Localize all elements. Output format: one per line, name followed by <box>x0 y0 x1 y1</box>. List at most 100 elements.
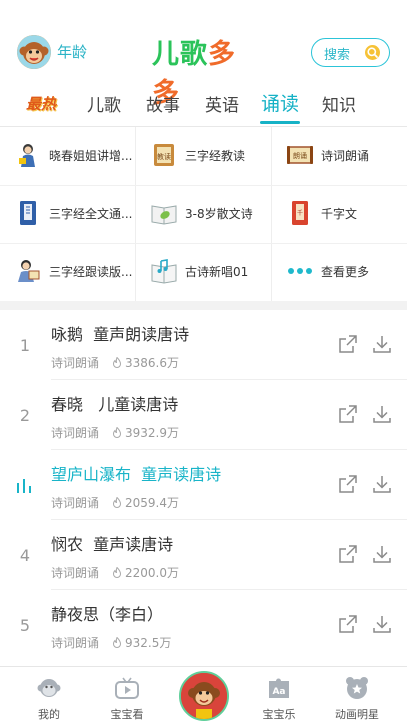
song-category: 诗词朗诵 <box>51 636 100 650</box>
share-icon[interactable] <box>338 614 358 634</box>
share-icon[interactable] <box>338 404 358 424</box>
blue-book-icon <box>20 201 36 225</box>
category-sanzijing-follow-reading[interactable]: 三字经跟读版... <box>0 243 135 301</box>
nav-mine[interactable]: 我的 <box>14 667 84 724</box>
flame-icon <box>112 357 122 368</box>
nav-label: 我的 <box>38 708 60 721</box>
category-label: 三字经教读 <box>185 149 246 163</box>
flame-icon <box>112 567 122 578</box>
monkey-avatar-icon <box>17 35 51 69</box>
download-icon[interactable] <box>372 404 392 424</box>
song-title[interactable]: 咏鹅 童声朗读唐诗 <box>51 321 189 345</box>
song-row[interactable]: 2 春晓 儿童读唐诗 诗词朗诵 3932.9万 <box>0 380 407 450</box>
logo-char-1: 儿 <box>152 39 180 70</box>
nav-baby-fun[interactable]: Aa 宝宝乐 <box>244 667 314 724</box>
flame-icon <box>112 637 122 648</box>
category-label: 三字经全文通... <box>49 207 133 221</box>
song-category: 诗词朗诵 <box>51 356 100 370</box>
song-number: 2 <box>19 406 31 425</box>
tab-label: 故事 <box>146 96 180 116</box>
svg-text:教读: 教读 <box>157 152 171 161</box>
category-grid: 晓春姐姐讲增... 教读 三字经教读 朗诵 诗词朗诵 三字经全文通... 3-8… <box>0 127 407 301</box>
share-icon[interactable] <box>338 334 358 354</box>
category-storyteller[interactable]: 晓春姐姐讲增... <box>0 127 135 185</box>
download-icon[interactable] <box>372 544 392 564</box>
search-label: 搜索 <box>324 48 351 63</box>
aa-puzzle-icon: Aa <box>269 678 289 698</box>
tab-recitation[interactable]: 诵读 <box>258 86 302 126</box>
play-count-value: 932.5万 <box>125 636 172 650</box>
tab-english[interactable]: 英语 <box>202 86 242 126</box>
play-count-value: 3932.9万 <box>125 426 179 440</box>
nav-label: 宝宝看 <box>110 708 144 721</box>
reading-child-icon <box>18 260 40 282</box>
song-row[interactable]: 4 悯农 童声读唐诗 诗词朗诵 2200.0万 <box>0 520 407 590</box>
logo-char-2: 歌 <box>180 39 208 70</box>
category-qianziwen[interactable]: 千 千字文 <box>272 185 407 243</box>
download-icon[interactable] <box>372 614 392 634</box>
song-play-count: 2200.0万 <box>112 564 179 581</box>
download-icon[interactable] <box>372 334 392 354</box>
app-logo: 儿歌多多 <box>152 32 258 109</box>
age-avatar[interactable] <box>17 35 51 69</box>
search-button[interactable]: 搜索 <box>311 38 390 67</box>
nav-baby-watch[interactable]: 宝宝看 <box>92 667 162 724</box>
song-play-count: 3932.9万 <box>112 424 179 441</box>
category-label: 诗词朗诵 <box>321 149 370 163</box>
play-count-value: 2059.4万 <box>125 496 179 510</box>
tab-label: 知识 <box>322 96 356 116</box>
center-play-avatar-button[interactable] <box>179 671 229 721</box>
poem-scroll-icon: 朗诵 <box>287 146 313 164</box>
share-icon[interactable] <box>338 474 358 494</box>
song-row[interactable]: 5 静夜思（李白） 诗词朗诵 932.5万 <box>0 590 407 660</box>
category-view-more[interactable]: 查看更多 <box>272 243 407 301</box>
song-category: 诗词朗诵 <box>51 426 100 440</box>
song-play-count: 932.5万 <box>112 634 171 651</box>
song-row[interactable]: 1 咏鹅 童声朗读唐诗 诗词朗诵 3386.6万 <box>0 310 407 380</box>
download-icon[interactable] <box>372 474 392 494</box>
song-title[interactable]: 悯农 童声读唐诗 <box>51 531 173 555</box>
top-bar: 年龄 儿歌多多 搜索 <box>0 0 407 109</box>
leaf-book-icon <box>151 205 177 225</box>
play-count-value: 3386.6万 <box>125 356 179 370</box>
active-tab-indicator <box>260 121 300 124</box>
category-tabs: 最热 儿歌 故事 英语 诵读 知识 <box>0 86 407 126</box>
tab-label: 儿歌 <box>87 96 121 116</box>
age-label[interactable]: 年龄 <box>57 41 87 62</box>
svg-text:朗诵: 朗诵 <box>293 151 307 160</box>
storyteller-icon <box>19 144 35 167</box>
more-dots-icon <box>288 268 312 274</box>
flame-icon <box>112 427 122 438</box>
category-sanzijing-fulltext[interactable]: 三字经全文通... <box>0 185 135 243</box>
song-title[interactable]: 静夜思（李白） <box>51 601 163 625</box>
category-label: 查看更多 <box>321 265 370 279</box>
svg-text:Aa: Aa <box>272 687 285 697</box>
song-play-count: 3386.6万 <box>112 354 179 371</box>
category-ancient-poems-sing[interactable]: 古诗新唱01 <box>136 243 271 301</box>
share-icon[interactable] <box>338 544 358 564</box>
tab-label: 诵读 <box>260 93 299 115</box>
tv-icon <box>115 677 139 699</box>
search-icon <box>365 45 380 60</box>
tab-stories[interactable]: 故事 <box>143 86 183 126</box>
category-sanzijing-teaching[interactable]: 教读 三字经教读 <box>136 127 271 185</box>
category-label: 三字经跟读版... <box>49 265 133 279</box>
section-gap <box>0 301 407 310</box>
song-title[interactable]: 望庐山瀑布 童声读唐诗 <box>51 461 221 485</box>
song-category: 诗词朗诵 <box>51 566 100 580</box>
tab-knowledge[interactable]: 知识 <box>319 86 359 126</box>
song-row-playing[interactable]: 望庐山瀑布 童声读唐诗 诗词朗诵 2059.4万 <box>0 450 407 520</box>
song-number: 1 <box>19 336 31 355</box>
music-book-icon <box>151 259 177 284</box>
tab-nursery-songs[interactable]: 儿歌 <box>84 86 124 126</box>
category-label: 晓春姐姐讲增... <box>49 149 133 163</box>
category-prose-poems[interactable]: 3-8岁散文诗 <box>136 185 271 243</box>
tab-label: 最热 <box>25 95 56 113</box>
song-category: 诗词朗诵 <box>51 496 100 510</box>
now-playing-equalizer-icon <box>17 479 31 493</box>
nav-cartoon-stars[interactable]: 动画明星 <box>322 667 392 724</box>
tab-hot[interactable]: 最热 <box>18 86 64 126</box>
category-poem-recitation[interactable]: 朗诵 诗词朗诵 <box>272 127 407 185</box>
song-title[interactable]: 春晓 儿童读唐诗 <box>51 391 178 415</box>
category-label: 古诗新唱01 <box>185 265 249 279</box>
